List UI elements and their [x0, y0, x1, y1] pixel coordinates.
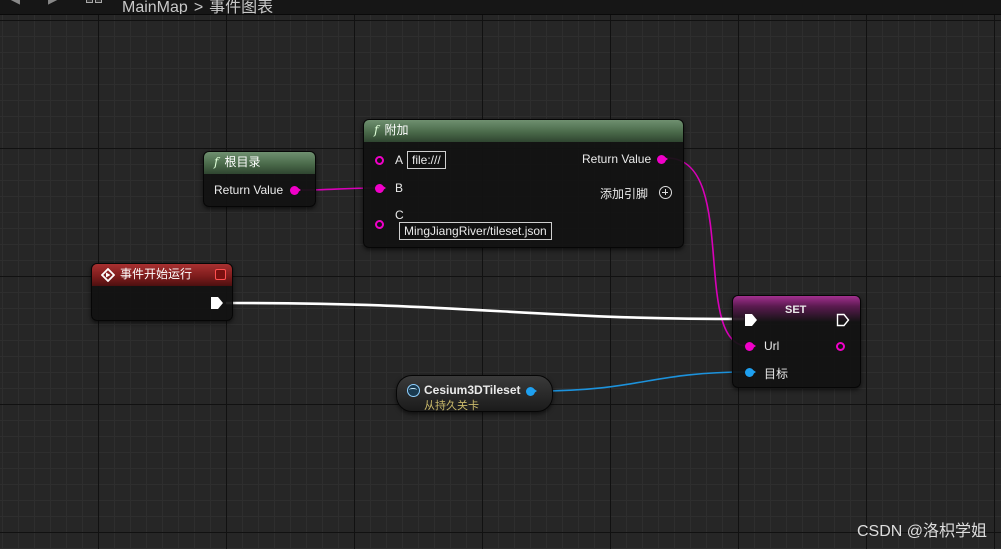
return-value-label: Return Value	[582, 152, 652, 166]
forward-arrow-icon[interactable]: ▶	[48, 0, 58, 7]
node-header: f 根目录	[204, 152, 315, 174]
begin-play-event-node[interactable]: 事件开始运行	[91, 263, 233, 321]
breadcrumb-separator: >	[193, 0, 204, 15]
return-value-pin[interactable]	[657, 155, 668, 164]
exec-out-pin[interactable]	[836, 313, 850, 327]
pin-a-input[interactable]: file:///	[407, 151, 446, 169]
pin-a-label: A	[395, 153, 404, 167]
node-header: f 附加	[364, 120, 683, 142]
node-title: Cesium3DTileset	[424, 383, 521, 397]
node-title: 事件开始运行	[120, 267, 193, 281]
node-subtitle: 从持久关卡	[424, 400, 479, 412]
add-pin-label[interactable]: 添加引脚	[600, 185, 648, 202]
delegate-pin-icon[interactable]	[215, 269, 226, 280]
node-header: 事件开始运行	[92, 264, 232, 286]
tileset-reference-node[interactable]: Cesium3DTileset 从持久关卡	[396, 375, 553, 412]
target-pin-label: 目标	[764, 367, 789, 381]
node-title: SET	[785, 304, 807, 316]
add-pin-icon[interactable]	[659, 186, 672, 199]
pin-c-input[interactable]: MingJiangRiver/tileset.json	[399, 222, 552, 240]
watermark: CSDN @洛枳学姐	[856, 523, 987, 540]
return-value-pin[interactable]	[290, 186, 301, 195]
root-directory-node[interactable]: f 根目录 Return Value	[203, 151, 316, 207]
pin-b-label: B	[395, 181, 404, 195]
node-title: 根目录	[224, 155, 261, 169]
actor-icon	[407, 384, 420, 397]
function-icon: f	[374, 123, 379, 137]
pin-a[interactable]	[375, 156, 384, 165]
url-output-pin[interactable]	[836, 342, 845, 351]
node-title: 附加	[384, 123, 409, 137]
exec-in-pin[interactable]	[744, 313, 758, 327]
back-arrow-icon[interactable]: ◀	[10, 0, 20, 7]
exec-out-pin[interactable]	[210, 296, 224, 310]
return-value-label: Return Value	[214, 183, 284, 197]
pin-c[interactable]	[375, 220, 384, 229]
wire-exec	[225, 301, 745, 321]
target-input-pin[interactable]	[745, 368, 756, 377]
breadcrumb-current[interactable]: 事件图表	[209, 0, 273, 14]
wire-tileset-to-target	[537, 371, 749, 392]
graph-icon	[86, 0, 104, 8]
url-input-pin[interactable]	[745, 342, 756, 351]
object-output-pin[interactable]	[526, 387, 537, 396]
append-node[interactable]: f 附加 A file:/// B C MingJiangRiver/tilese…	[363, 119, 684, 248]
event-icon	[101, 268, 115, 282]
breadcrumb: MainMap > 事件图表	[122, 0, 279, 15]
pin-b[interactable]	[375, 184, 386, 193]
set-variable-node[interactable]: SET Url 目标	[732, 295, 861, 388]
breadcrumb-root[interactable]: MainMap	[122, 0, 188, 14]
function-icon: f	[214, 155, 219, 169]
url-pin-label: Url	[764, 339, 780, 353]
graph-breadcrumb-bar: ◀ ▶ MainMap > 事件图表	[0, 0, 1001, 15]
pin-c-label: C	[395, 208, 404, 222]
